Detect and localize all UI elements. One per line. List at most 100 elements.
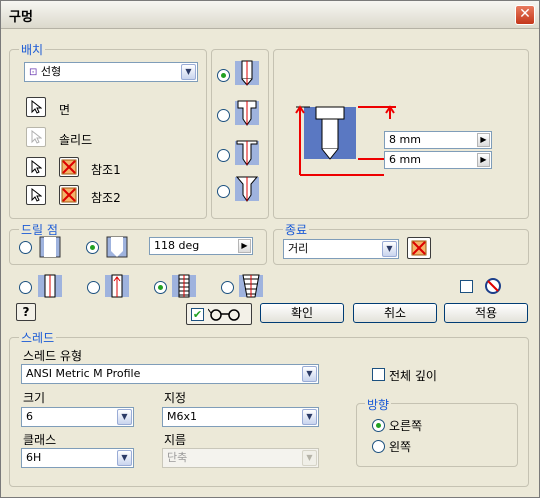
counterbore-depth-field[interactable]: 8 mm ▶ — [384, 131, 492, 149]
placement-type-select[interactable]: ⊡ 선형 ▼ — [24, 62, 198, 82]
chevron-down-icon[interactable]: ▼ — [117, 450, 132, 466]
glasses-icon — [208, 308, 240, 321]
spotface-hole-icon — [235, 140, 259, 166]
angle-point-icon — [106, 236, 128, 258]
drill-angle-value: 118 deg — [154, 239, 200, 252]
linear-placement-icon: ⊡ — [29, 67, 38, 78]
designation-value: M6x1 — [167, 410, 197, 423]
drill-point-angle-radio[interactable] — [86, 241, 99, 254]
solid-label: 솔리드 — [59, 133, 93, 147]
hole-type-countersink-radio[interactable] — [217, 185, 230, 198]
placement-type-value: 선형 — [40, 65, 62, 78]
chevron-right-icon[interactable]: ▶ — [477, 153, 490, 167]
termination-flip-button[interactable] — [407, 237, 431, 259]
ref1-flip-button[interactable] — [59, 157, 79, 177]
hole-depth-field[interactable]: 6 mm ▶ — [384, 151, 492, 169]
full-depth-label: 전체 깊이 — [389, 369, 437, 383]
hole-depth-value: 6 mm — [389, 153, 421, 166]
termination-legend: 종료 — [283, 221, 310, 238]
chevron-down-icon[interactable]: ▼ — [117, 409, 132, 425]
ref2-label: 참조2 — [91, 191, 121, 205]
glasses-checkbox[interactable]: ✔ — [191, 307, 204, 321]
taper-tapped-hole-icon — [239, 274, 263, 298]
class-label: 클래스 — [23, 433, 57, 447]
chevron-down-icon[interactable]: ▼ — [302, 409, 317, 425]
solid-select-button[interactable] — [26, 127, 46, 147]
flip-icon — [61, 159, 77, 175]
ref2-flip-button[interactable] — [59, 185, 79, 205]
cancel-label: 취소 — [383, 306, 407, 320]
no-symbol-icon[interactable] — [484, 277, 502, 295]
direction-legend: 방향 — [365, 396, 392, 413]
help-button[interactable]: ? — [16, 303, 36, 321]
help-icon: ? — [22, 305, 30, 319]
ok-label: 확인 — [290, 306, 314, 320]
designation-select[interactable]: M6x1 ▼ — [162, 407, 319, 427]
hole-preview-diagram — [295, 105, 396, 176]
placement-legend: 배치 — [19, 41, 46, 58]
ok-button[interactable]: 확인 — [260, 303, 344, 323]
ref1-label: 참조1 — [91, 163, 121, 177]
chevron-down-icon[interactable]: ▼ — [382, 241, 397, 257]
apply-label: 적용 — [474, 306, 498, 320]
drilled-hole-icon — [235, 60, 259, 86]
face-label: 면 — [59, 103, 71, 117]
tap-tapped-radio[interactable] — [154, 281, 167, 294]
chevron-down-icon[interactable]: ▼ — [302, 366, 317, 382]
drill-angle-field[interactable]: 118 deg ▶ — [149, 237, 253, 255]
diameter-label: 지름 — [164, 433, 187, 447]
termination-value: 거리 — [288, 242, 309, 255]
cancel-button[interactable]: 취소 — [353, 303, 437, 323]
hole-type-counterbore-radio[interactable] — [217, 109, 230, 122]
diameter-select[interactable]: 단축 ▼ — [162, 448, 319, 468]
chevron-right-icon[interactable]: ▶ — [238, 239, 251, 253]
hole-type-spotface-radio[interactable] — [217, 149, 230, 162]
thread-type-label: 스레드 유형 — [23, 349, 83, 363]
cursor-arrow-icon — [31, 188, 42, 202]
thread-type-select[interactable]: ANSI Metric M Profile ▼ — [21, 364, 319, 384]
flip-icon — [411, 240, 427, 256]
size-label: 크기 — [23, 391, 46, 405]
size-value: 6 — [26, 410, 33, 423]
thread-type-value: ANSI Metric M Profile — [26, 367, 141, 380]
simple-hole-icon — [38, 274, 62, 298]
designation-label: 지정 — [164, 391, 187, 405]
title-bar[interactable]: 구멍 ✕ — [1, 1, 539, 29]
chevron-down-icon[interactable]: ▼ — [181, 64, 196, 80]
clearance-hole-icon — [105, 274, 129, 298]
counterbore-hole-icon — [235, 100, 259, 126]
thread-legend: 스레드 — [19, 329, 57, 346]
direction-right-label: 오른쪽 — [389, 419, 423, 433]
hole-dialog: 구멍 ✕ 배치 ⊡ 선형 ▼ 면 솔리드 참조1 참조2 8 mm ▶ 6 mm… — [0, 0, 540, 498]
face-select-button[interactable] — [26, 97, 46, 117]
flip-icon — [61, 187, 77, 203]
countersink-hole-icon — [235, 176, 259, 202]
termination-select[interactable]: 거리 ▼ — [283, 239, 399, 259]
direction-left-radio[interactable] — [372, 440, 385, 453]
ref2-select-button[interactable] — [26, 185, 46, 205]
cursor-arrow-icon — [31, 100, 42, 114]
full-depth-checkbox[interactable] — [372, 368, 385, 381]
cursor-arrow-icon — [31, 130, 42, 144]
ref1-select-button[interactable] — [26, 157, 46, 177]
tap-clearance-radio[interactable] — [87, 281, 100, 294]
class-select[interactable]: 6H ▼ — [21, 448, 134, 468]
direction-left-label: 왼쪽 — [389, 440, 412, 454]
tap-taper-radio[interactable] — [221, 281, 234, 294]
preview-toggle-checkbox[interactable] — [460, 280, 473, 293]
hole-type-drilled-radio[interactable] — [217, 69, 230, 82]
chevron-down-icon[interactable]: ▼ — [302, 450, 317, 466]
class-value: 6H — [26, 451, 42, 464]
apply-button[interactable]: 적용 — [444, 303, 528, 323]
chevron-right-icon[interactable]: ▶ — [477, 133, 490, 147]
drill-point-flat-radio[interactable] — [19, 241, 32, 254]
direction-right-radio[interactable] — [372, 419, 385, 432]
tapped-hole-icon — [172, 274, 196, 298]
glasses-toggle-button[interactable]: ✔ — [186, 303, 252, 325]
size-select[interactable]: 6 ▼ — [21, 407, 134, 427]
tap-simple-radio[interactable] — [19, 281, 32, 294]
counterbore-depth-value: 8 mm — [389, 133, 421, 146]
diameter-value: 단축 — [167, 451, 188, 464]
cursor-arrow-icon — [31, 160, 42, 174]
close-icon[interactable]: ✕ — [515, 5, 535, 25]
